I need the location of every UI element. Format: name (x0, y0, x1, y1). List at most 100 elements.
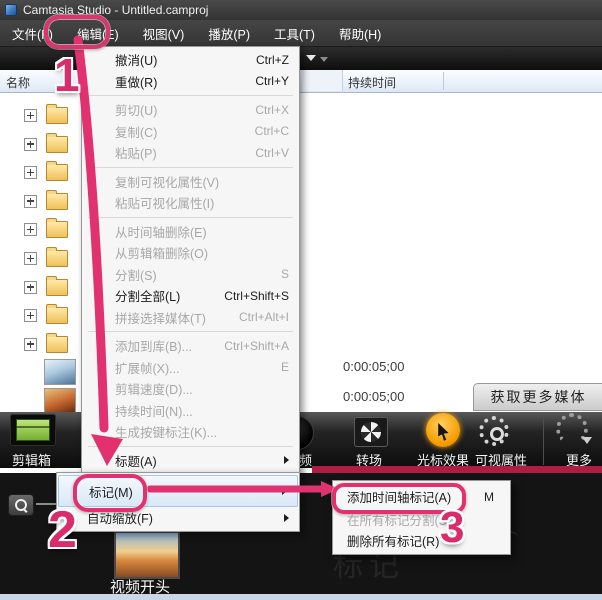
folder-icon (46, 189, 68, 210)
tree-expand-icon[interactable] (24, 223, 37, 237)
edit-menu-item-9[interactable]: 从剪辑箱删除(O) (82, 242, 299, 264)
edit-menu-item-3[interactable]: 剪切(U) Ctrl+X (82, 99, 299, 121)
media-list-row-7[interactable] (0, 272, 80, 300)
menu-item-label: 分割(S) (115, 268, 157, 283)
cursor-effects-icon[interactable] (426, 413, 460, 447)
folder-icon (46, 332, 68, 353)
menu-item-label: 重做(R) (115, 75, 158, 90)
column-header-name[interactable]: 名称 (6, 74, 30, 91)
callout-ring-marker-item (73, 474, 147, 512)
menu-item-label: 粘贴(P) (115, 147, 157, 162)
window-bottom-edge (0, 594, 602, 600)
timeline-clip-thumbnail[interactable] (114, 531, 180, 579)
menu-item-label: 从时间轴删除(E) (115, 225, 207, 240)
camtasia-window: Camtasia Studio - Untitled.camproj 文件(F)… (0, 0, 602, 600)
menu-item-shortcut: M (484, 489, 494, 504)
toolbar-dropdown-icon-2[interactable] (320, 57, 328, 62)
media-list-row-2[interactable] (0, 129, 80, 157)
get-more-media-button[interactable]: 获取更多媒体 (473, 383, 602, 411)
menubar-item-4[interactable]: 播放(P) (196, 20, 262, 47)
cursor-arrow-glyph (438, 423, 449, 441)
clip-bin-button[interactable]: 剪辑箱 (12, 450, 51, 469)
media-list-row-10[interactable] (0, 357, 80, 386)
menu-item-label: 生成按键标注(K)... (115, 426, 218, 441)
edit-menu-item-8[interactable]: 从时间轴删除(E) (82, 221, 299, 243)
media-list-row-9[interactable] (0, 329, 80, 357)
media-list-row-5[interactable] (0, 214, 80, 242)
duration-value: 0:00:05;00 (343, 389, 405, 404)
folder-icon (46, 247, 68, 267)
tree-expand-icon[interactable] (24, 252, 37, 265)
menu-item-label: 添加到库(B)... (115, 340, 193, 355)
folder-icon (46, 275, 68, 296)
edit-menu-item-18[interactable]: 标题(A) (82, 450, 299, 472)
menu-item-shortcut: Ctrl+Shift+S (224, 288, 289, 303)
tree-expand-icon[interactable] (24, 309, 37, 323)
column-header-duration[interactable]: 持续时间 (348, 74, 396, 91)
media-list-row-11[interactable] (0, 386, 80, 414)
clip-bin-icon[interactable] (10, 414, 56, 446)
menu-item-label: 复制(C) (115, 125, 158, 140)
tree-expand-icon[interactable] (24, 280, 37, 294)
window-title: Camtasia Studio - Untitled.camproj (23, 3, 209, 17)
menu-item-shortcut: Ctrl+Y (255, 74, 289, 89)
edit-menu-item-4[interactable]: 复制(C) Ctrl+C (82, 121, 299, 143)
menubar-item-6[interactable]: 帮助(H) (327, 20, 393, 47)
edit-menu-item-10[interactable]: 分割(S) S (82, 264, 299, 286)
edit-menu-item-7[interactable]: 粘贴可视化属性(I) (82, 192, 299, 214)
edit-menu-item-15[interactable]: 剪辑速度(D)... (82, 378, 299, 400)
folder-icon (46, 132, 68, 153)
edit-menu-item-12[interactable]: 拼接选择媒体(T) Ctrl+Alt+I (82, 307, 299, 329)
magnifier-icon (15, 499, 27, 511)
edit-menu-item-5[interactable]: 粘贴(P) Ctrl+V (82, 142, 299, 164)
tree-expand-icon[interactable] (24, 109, 37, 122)
zoom-button[interactable] (8, 494, 34, 516)
media-list-row-3[interactable] (0, 157, 80, 185)
edit-menu-item-14[interactable]: 扩展帧(X)... E (82, 357, 299, 379)
menu-separator (88, 166, 293, 168)
edit-menu-item-17[interactable]: 生成按键标注(K)... (82, 421, 299, 443)
edit-menu-item-2[interactable]: 重做(R) Ctrl+Y (82, 71, 299, 93)
menubar-item-5[interactable]: 工具(T) (262, 20, 327, 47)
media-thumbnail (44, 359, 76, 386)
menu-item-label: 分割全部(L) (115, 290, 181, 305)
menubar-item-3[interactable]: 视图(V) (131, 20, 197, 47)
tree-expand-icon[interactable] (24, 137, 37, 151)
menu-item-label: 持续时间(N)... (115, 404, 193, 419)
marker-submenu-item-3[interactable]: 删除所有标记(R) (333, 530, 510, 551)
more-icon[interactable] (556, 413, 592, 445)
transitions-icon[interactable] (354, 417, 388, 447)
edit-menu-item-16[interactable]: 持续时间(N)... (82, 400, 299, 422)
toolbar-dropdown-icon[interactable] (306, 55, 316, 61)
visual-properties-icon[interactable] (479, 416, 509, 446)
menu-item-shortcut: Ctrl+V (255, 145, 289, 160)
media-list-row-8[interactable] (0, 300, 80, 328)
submenu-arrow-icon (284, 513, 289, 522)
tree-expand-icon[interactable] (24, 194, 37, 208)
step-number-1: 1 (54, 49, 80, 101)
duration-value: 0:00:05;00 (343, 359, 405, 374)
submenu-arrow-icon (284, 456, 289, 465)
menu-item-shortcut: Ctrl+Z (256, 52, 289, 67)
edit-menu-item-11[interactable]: 分割全部(L) Ctrl+Shift+S (82, 285, 299, 307)
tree-expand-icon[interactable] (24, 166, 37, 180)
edit-menu-item-1[interactable]: 撤消(U) Ctrl+Z (82, 49, 299, 71)
column-divider (443, 72, 444, 90)
menu-item-shortcut: Ctrl+X (255, 102, 289, 117)
folder-icon (46, 218, 68, 239)
media-list-row-6[interactable] (0, 243, 80, 271)
toolbar-divider (543, 415, 544, 465)
menu-item-label: 撤消(U) (115, 54, 158, 69)
edit-menu-item-13[interactable]: 添加到库(B)... Ctrl+Shift+A (82, 335, 299, 357)
menu-item-label: 粘贴可视化属性(I) (115, 197, 215, 212)
menu-item-shortcut: Ctrl+Shift+A (224, 338, 289, 353)
callout-ring-edit-menu (44, 15, 110, 49)
media-list-row-4[interactable] (0, 186, 80, 214)
step-number-3: 3 (440, 503, 465, 552)
edit-menu-popup: 撤消(U) Ctrl+Z 重做(R) Ctrl+Y 剪切(U) Ctrl+X 复制(C) Ct… (81, 46, 300, 474)
edit-menu-item-6[interactable]: 复制可视化属性(V) (82, 171, 299, 193)
menu-separator (88, 331, 293, 332)
media-list-row-1[interactable] (0, 100, 80, 128)
menu-item-label: 从剪辑箱删除(O) (115, 247, 209, 262)
tree-expand-icon[interactable] (24, 337, 37, 351)
